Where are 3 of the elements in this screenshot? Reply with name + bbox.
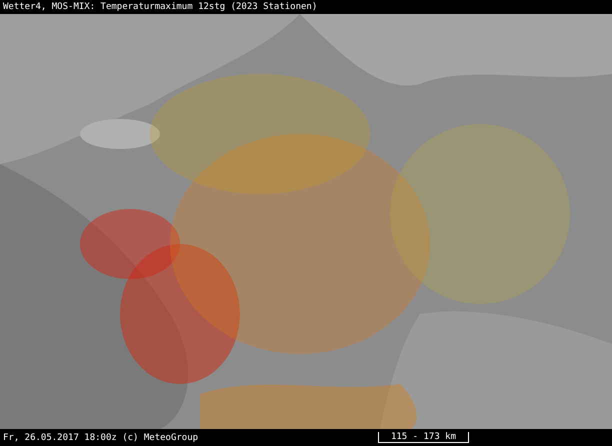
footer-text: Fr, 26.05.2017 18:00z (c) MeteoGroup [3,432,198,442]
map-title: Wetter4, MOS-MIX: Temperaturmaximum 12stg (2023 Stationen) [3,2,318,12]
scale-bar: 115 - 173 km [378,432,469,443]
